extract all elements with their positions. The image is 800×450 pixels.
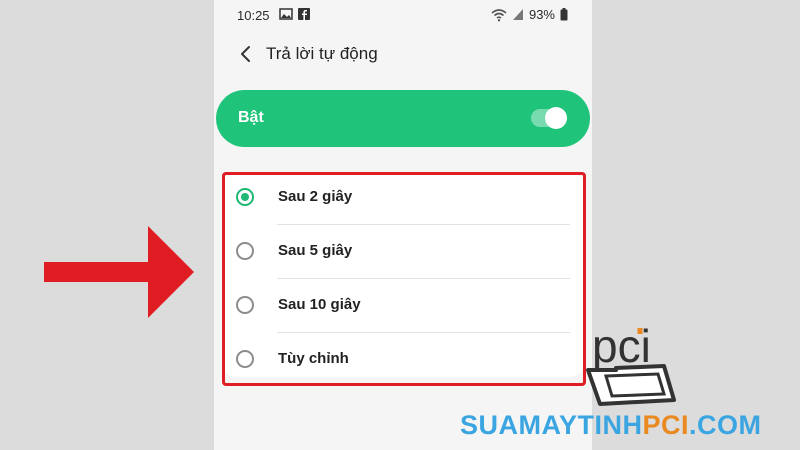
status-icons-right: 93% (491, 7, 568, 22)
toggle-switch-knob (545, 107, 567, 129)
chevron-left-icon[interactable] (234, 42, 258, 66)
toggle-switch[interactable] (531, 107, 567, 129)
status-icons-left (279, 7, 311, 21)
red-highlight-box (222, 172, 586, 386)
battery-icon (560, 8, 568, 21)
facebook-icon (298, 8, 310, 20)
header: Trả lời tự động (214, 38, 592, 70)
status-bar: 10:25 93% (214, 0, 592, 30)
page-title: Trả lời tự động (266, 44, 378, 63)
pci-logo-icon: pci (586, 320, 676, 406)
toggle-label: Bật (238, 109, 264, 126)
brand-accent: PCI (642, 410, 690, 440)
watermark-brand: SUAMAYTINHPCI.COM (460, 410, 762, 441)
battery-percentage: 93% (528, 7, 555, 22)
wifi-icon (491, 8, 507, 21)
status-time: 10:25 (237, 8, 270, 23)
logo-text: pci (592, 320, 651, 372)
signal-icon (512, 9, 523, 20)
auto-answer-toggle-card[interactable]: Bật (216, 90, 590, 147)
red-arrow-icon (44, 226, 194, 318)
image-icon (279, 8, 293, 20)
brand-suffix: .COM (689, 410, 762, 440)
brand-main: SUAMAYTINH (460, 410, 643, 440)
